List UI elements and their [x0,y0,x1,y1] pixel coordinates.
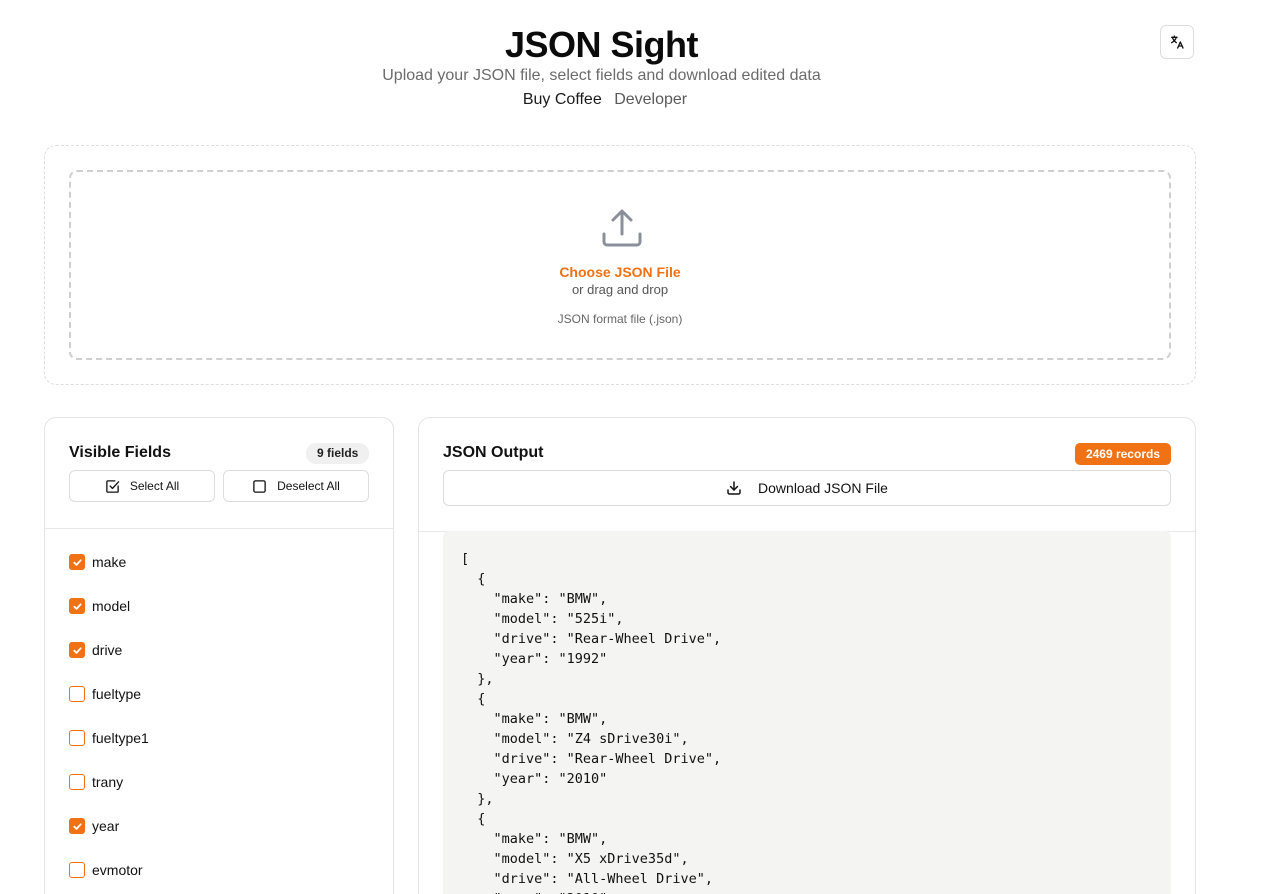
field-label: fueltype1 [92,730,149,746]
field-label: evmotor [92,862,143,878]
field-label: trany [92,774,124,790]
checkmark-icon [72,602,82,610]
field-item-model[interactable]: model [69,595,369,639]
field-label: make [92,554,127,570]
download-json-button[interactable]: Download JSON File [443,470,1171,506]
json-preview-text: [ { "make": "BMW", "model": "525i", "dri… [461,551,722,894]
select-all-button[interactable]: Select All [69,470,215,502]
field-item-make[interactable]: make [69,551,369,595]
field-checkbox[interactable] [69,730,85,746]
checkmark-icon [72,646,82,654]
checkmark-icon [72,822,82,830]
field-item-evmotor[interactable]: evmotor [69,859,369,894]
field-checkbox[interactable] [69,774,85,790]
fields-count-badge: 9 fields [306,443,370,464]
output-panel-title: JSON Output [443,444,544,461]
app-subtitle: Upload your JSON file, select fields and… [382,67,821,84]
upload-card: Choose JSON File or drag and drop JSON f… [44,145,1196,385]
field-checkbox[interactable] [69,818,85,834]
drag-drop-hint: or drag and drop [571,282,669,297]
field-checkbox[interactable] [69,554,85,570]
upload-icon [602,209,642,247]
field-item-trany[interactable]: trany [69,771,369,815]
field-checkbox[interactable] [69,598,85,614]
language-button[interactable] [1160,25,1194,59]
field-list: make model drive fueltype fueltype1 trany year… [69,551,369,894]
field-label: fueltype [92,686,142,702]
deselect-all-button[interactable]: Deselect All [223,470,369,502]
file-format-hint: JSON format file (.json) [557,312,683,326]
download-json-label: Download JSON File [758,480,888,496]
check-square-icon [106,479,120,493]
file-dropzone[interactable]: Choose JSON File or drag and drop JSON f… [69,170,1171,360]
field-item-fueltype[interactable]: fueltype [69,683,369,727]
deselect-all-label: Deselect All [277,479,340,493]
field-label: model [92,598,131,614]
records-count-badge: 2469 records [1074,443,1171,465]
field-checkbox[interactable] [69,862,85,878]
field-checkbox[interactable] [69,686,85,702]
buy-coffee-link[interactable]: Buy Coffee [523,91,602,108]
field-item-drive[interactable]: drive [69,639,369,683]
square-icon [253,479,266,493]
fields-panel-title: Visible Fields [69,444,171,461]
json-output-panel: JSON Output 2469 records Download JSON F… [418,417,1196,894]
output-panel-header: JSON Output 2469 records Download JSON F… [419,418,1195,532]
app-page: JSON Sight Upload your JSON file, select… [0,0,1263,894]
app-title: JSON Sight [504,24,699,65]
field-item-year[interactable]: year [69,815,369,859]
visible-fields-panel: Visible Fields 9 fields Select All Desel… [44,417,394,894]
checkmark-icon [72,558,82,566]
translate-icon [1171,35,1184,49]
field-checkbox[interactable] [69,642,85,658]
select-all-label: Select All [129,479,180,493]
header-links: Buy Coffee Developer [0,91,1210,109]
choose-file-link[interactable]: Choose JSON File [71,264,1169,280]
field-item-fueltype1[interactable]: fueltype1 [69,727,369,771]
developer-link[interactable]: Developer [614,91,687,108]
field-label: drive [92,642,123,658]
download-icon [727,481,741,495]
json-preview[interactable]: [ { "make": "BMW", "model": "525i", "dri… [443,531,1171,894]
field-label: year [92,818,120,834]
fields-panel-header: Visible Fields 9 fields Select All Desel… [45,418,393,529]
